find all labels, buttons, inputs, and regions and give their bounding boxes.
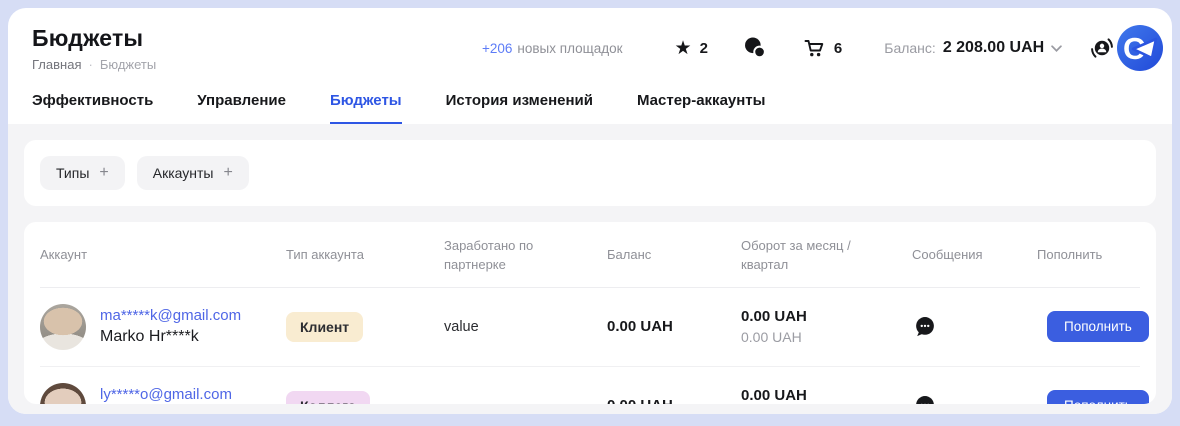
table-row: ma*****k@gmail.com Marko Hr****k Клиент … bbox=[40, 288, 1140, 367]
message-bubble-icon bbox=[912, 393, 938, 404]
content-area: Типы + Аккаунты + Аккаунт Тип аккаунта З… bbox=[8, 124, 1172, 414]
favorites-count: 2 bbox=[700, 40, 708, 57]
account-type-badge: Клиент bbox=[286, 312, 363, 342]
breadcrumb: Главная · Бюджеты bbox=[32, 57, 482, 72]
favorites-button[interactable]: ★ 2 bbox=[675, 39, 708, 58]
star-icon: ★ bbox=[675, 39, 692, 58]
messages-button[interactable] bbox=[742, 35, 768, 61]
account-type-cell: Клиент bbox=[286, 312, 444, 342]
balance-value: 2 208.00 UAH bbox=[943, 39, 1044, 57]
plus-icon: + bbox=[223, 165, 232, 181]
earned-cell: value bbox=[444, 319, 607, 335]
col-header-account: Аккаунт bbox=[40, 246, 286, 265]
filter-accounts-label: Аккаунты bbox=[153, 165, 214, 181]
message-bubble-icon bbox=[912, 314, 938, 340]
table-row: ly*****o@gmail.com Lyudmyla Fe****o Колл… bbox=[40, 367, 1140, 404]
col-header-topup: Пополнить bbox=[1037, 246, 1140, 265]
filter-types-chip[interactable]: Типы + bbox=[40, 156, 125, 190]
turnover-month: 0.00 UAH bbox=[741, 387, 912, 404]
new-sites-label: новых площадок bbox=[517, 41, 622, 56]
turnover-month: 0.00 UAH bbox=[741, 308, 912, 325]
col-header-balance: Баланс bbox=[607, 246, 741, 265]
accounts-table: Аккаунт Тип аккаунта Заработано по партн… bbox=[24, 222, 1156, 404]
balance-cell: 0.00 UAH bbox=[607, 318, 741, 335]
tab-master-accounts[interactable]: Мастер-аккаунты bbox=[637, 92, 765, 124]
logo-icon: C bbox=[1116, 24, 1164, 72]
filter-types-label: Типы bbox=[56, 165, 89, 181]
tab-change-history[interactable]: История изменений bbox=[446, 92, 593, 124]
cart-button[interactable]: 6 bbox=[802, 36, 842, 60]
topup-button[interactable]: Пополнить bbox=[1047, 390, 1149, 404]
tab-budgets[interactable]: Бюджеты bbox=[330, 92, 402, 124]
earned-cell: — bbox=[444, 398, 607, 404]
col-header-account-type: Тип аккаунта bbox=[286, 246, 444, 265]
filter-accounts-chip[interactable]: Аккаунты + bbox=[137, 156, 249, 190]
message-button[interactable] bbox=[912, 393, 940, 404]
account-type-cell: Коллега bbox=[286, 391, 444, 404]
breadcrumb-separator: · bbox=[88, 57, 92, 72]
cart-count: 6 bbox=[834, 40, 842, 57]
filters-panel: Типы + Аккаунты + bbox=[24, 140, 1156, 206]
user-status-icon bbox=[1088, 34, 1116, 62]
tab-management[interactable]: Управление bbox=[197, 92, 286, 124]
turnover-cell: 0.00 UAH 0.00 UAH bbox=[741, 387, 912, 404]
turnover-quarter: 0.00 UAH bbox=[741, 329, 912, 345]
account-email-link[interactable]: ly*****o@gmail.com bbox=[100, 386, 232, 403]
user-status-button[interactable] bbox=[1088, 34, 1116, 62]
chevron-down-icon bbox=[1051, 45, 1062, 52]
balance-cell: 0.00 UAH bbox=[607, 397, 741, 404]
new-sites-link[interactable]: +206 новых площадок bbox=[482, 41, 623, 56]
avatar bbox=[40, 383, 86, 404]
plus-icon: + bbox=[99, 165, 108, 181]
tab-bar: Эффективность Управление Бюджеты История… bbox=[16, 72, 1172, 124]
account-cell: ma*****k@gmail.com Marko Hr****k bbox=[40, 304, 286, 350]
message-button[interactable] bbox=[912, 314, 940, 340]
balance-label: Баланс: bbox=[884, 40, 936, 56]
title-block: Бюджеты Главная · Бюджеты bbox=[32, 25, 482, 72]
page-title: Бюджеты bbox=[32, 25, 482, 52]
new-sites-count: +206 bbox=[482, 41, 512, 56]
account-type-badge: Коллега bbox=[286, 391, 370, 404]
cart-icon bbox=[802, 36, 826, 60]
app-window: Бюджеты Главная · Бюджеты +206 новых пло… bbox=[8, 8, 1172, 414]
table-header-row: Аккаунт Тип аккаунта Заработано по партн… bbox=[40, 222, 1140, 288]
col-header-turnover: Оборот за месяц / квартал bbox=[741, 237, 912, 275]
turnover-cell: 0.00 UAH 0.00 UAH bbox=[741, 308, 912, 345]
account-info: ly*****o@gmail.com Lyudmyla Fe****o bbox=[100, 386, 232, 404]
top-header: Бюджеты Главная · Бюджеты +206 новых пло… bbox=[8, 8, 1172, 72]
breadcrumb-home-link[interactable]: Главная bbox=[32, 57, 81, 72]
account-cell: ly*****o@gmail.com Lyudmyla Fe****o bbox=[40, 383, 286, 404]
col-header-messages: Сообщения bbox=[912, 246, 1037, 265]
col-header-earned: Заработано по партнерке bbox=[444, 237, 607, 275]
app-logo[interactable]: C bbox=[1116, 24, 1164, 72]
chat-bubbles-icon bbox=[742, 35, 768, 61]
account-name: Marko Hr****k bbox=[100, 328, 241, 346]
topup-button[interactable]: Пополнить bbox=[1047, 311, 1149, 342]
breadcrumb-current: Бюджеты bbox=[100, 57, 156, 72]
tab-efficiency[interactable]: Эффективность bbox=[32, 92, 153, 124]
account-email-link[interactable]: ma*****k@gmail.com bbox=[100, 307, 241, 324]
balance-dropdown[interactable]: Баланс: 2 208.00 UAH bbox=[884, 39, 1062, 57]
account-info: ma*****k@gmail.com Marko Hr****k bbox=[100, 307, 241, 346]
avatar bbox=[40, 304, 86, 350]
